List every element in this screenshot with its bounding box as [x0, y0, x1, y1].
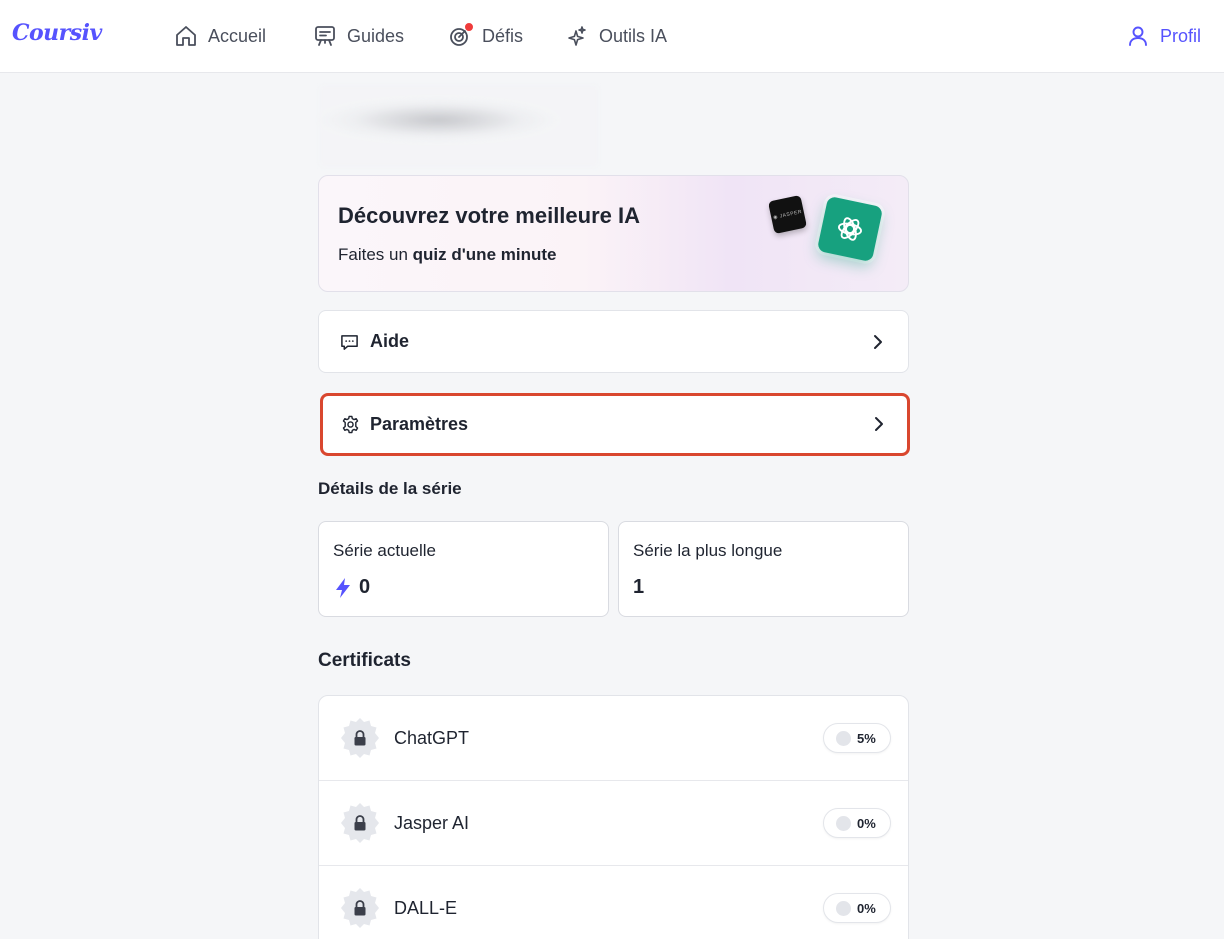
current-streak-value: 0	[359, 576, 371, 598]
locked-seal-icon	[341, 803, 379, 843]
locked-seal-icon	[341, 718, 379, 758]
blurred-user-header	[318, 84, 600, 168]
current-streak-card: Série actuelle 0	[318, 521, 609, 617]
lightning-bolt-icon	[336, 577, 350, 598]
nav-item-accueil[interactable]: Accueil	[174, 22, 266, 50]
certificates-list: ChatGPT 5% Jasper AI 0% DALL-E 0%	[318, 695, 909, 939]
progress-badge: 0%	[823, 893, 891, 923]
certificate-row-dall-e[interactable]: DALL-E 0%	[319, 866, 908, 939]
nav-label-defis: Défis	[482, 25, 524, 46]
user-icon	[1129, 26, 1147, 46]
menu-item-parametres[interactable]: Paramètres	[320, 393, 910, 456]
chatgpt-logo-icon	[816, 195, 884, 263]
nav-item-profil[interactable]: Profil	[1126, 22, 1201, 50]
promo-subtitle: Faites un quiz d'une minute	[338, 245, 557, 264]
top-navigation-bar: Coursiv Accueil Guides Défis Outils IA P…	[0, 0, 1224, 73]
locked-seal-icon	[341, 888, 379, 928]
check-badge-icon	[836, 900, 851, 916]
nav-label-accueil: Accueil	[208, 25, 267, 46]
home-icon	[176, 26, 196, 46]
sparkle-icon	[568, 26, 586, 46]
progress-badge: 0%	[823, 808, 891, 838]
longest-streak-card: Série la plus longue 1	[618, 521, 909, 617]
streak-section-title: Détails de la série	[318, 479, 462, 498]
longest-streak-label: Série la plus longue	[633, 541, 783, 560]
menu-label-parametres: Paramètres	[370, 414, 469, 434]
progress-value: 5%	[857, 730, 876, 746]
longest-streak-value: 1	[633, 576, 645, 598]
promo-subtitle-bold: quiz d'une minute	[412, 245, 557, 264]
chevron-right-icon	[874, 335, 882, 349]
presentation-board-icon	[315, 26, 335, 46]
check-badge-icon	[836, 815, 851, 831]
nav-label-profil: Profil	[1160, 25, 1202, 46]
chat-bubble-icon	[341, 335, 358, 350]
nav-item-guides[interactable]: Guides	[313, 22, 404, 50]
gear-icon	[342, 415, 359, 434]
nav-label-guides: Guides	[347, 25, 405, 46]
certificates-section-title: Certificats	[318, 650, 411, 671]
progress-value: 0%	[857, 900, 876, 916]
promo-title: Découvrez votre meilleure IA	[338, 203, 641, 228]
certificate-row-jasper-ai[interactable]: Jasper AI 0%	[319, 781, 908, 866]
menu-label-aide: Aide	[370, 331, 410, 351]
certificate-row-chatgpt[interactable]: ChatGPT 5%	[319, 696, 908, 781]
progress-value: 0%	[857, 815, 876, 831]
coursiv-logo[interactable]: Coursiv	[12, 20, 102, 46]
nav-item-defis[interactable]: Défis	[448, 22, 523, 50]
ai-tool-tile-icon: ◉ JASPER	[767, 194, 808, 235]
chevron-right-icon	[875, 417, 883, 431]
certificate-name: ChatGPT	[394, 728, 470, 748]
ai-quiz-promo-banner[interactable]: Découvrez votre meilleure IA Faites un q…	[318, 175, 909, 292]
nav-label-outils-ia: Outils IA	[599, 25, 668, 46]
menu-item-aide[interactable]: Aide	[318, 310, 909, 373]
nav-item-outils-ia[interactable]: Outils IA	[565, 22, 667, 50]
check-badge-icon	[836, 730, 851, 746]
notification-dot	[464, 22, 474, 32]
current-streak-label: Série actuelle	[333, 541, 437, 560]
certificate-name: Jasper AI	[394, 813, 470, 833]
certificate-name: DALL-E	[394, 898, 458, 918]
progress-badge: 5%	[823, 723, 891, 753]
